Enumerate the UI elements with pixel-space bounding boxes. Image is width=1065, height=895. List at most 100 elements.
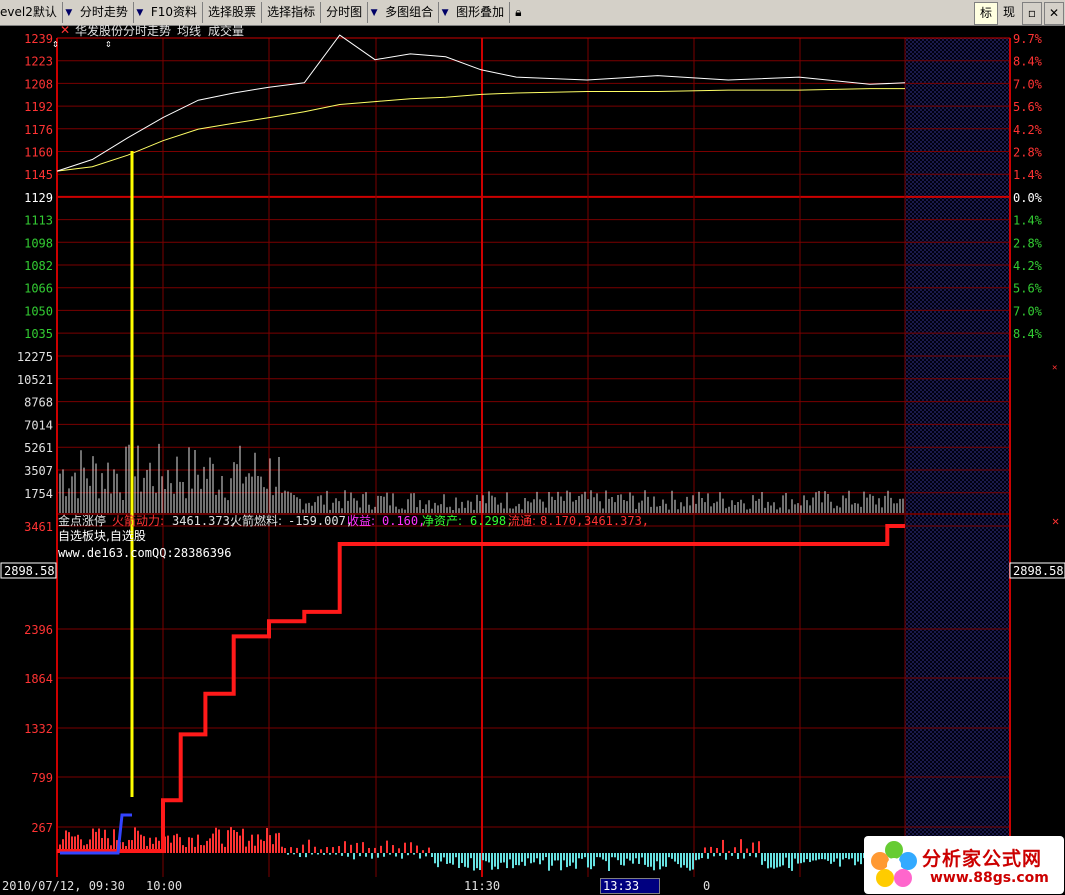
field-value: 3461.373, xyxy=(172,514,237,528)
pct-tick: 8.4% xyxy=(1013,327,1043,341)
price-tick: 1098 xyxy=(24,236,53,250)
cursor-time: 13:33 xyxy=(600,878,661,894)
lock-icon[interactable]: 🔒︎ xyxy=(510,2,526,23)
pct-tick: 0.0% xyxy=(1013,191,1043,205)
pct-tick: 2.8% xyxy=(1013,146,1043,160)
pct-tick: 8.4% xyxy=(1013,55,1043,69)
field-value: 6.298, xyxy=(470,514,513,528)
pct-tick: 1.4% xyxy=(1013,168,1043,182)
price-axis: 1239 9.7% 1223 8.4% 1208 7.0% 1192 5.6% 1176 4.2%… xyxy=(24,32,1043,341)
field-label: 火箭燃料: xyxy=(230,513,282,528)
indicator-line2: 自选板块,自选股 xyxy=(58,529,146,543)
logo-url: www.88gs.com xyxy=(930,870,1049,886)
indicator-url: www.de163.com xyxy=(58,546,152,560)
dropdown-arrow-icon[interactable]: ▼ xyxy=(439,2,451,23)
start-date: 2010/07/12, 09:30 xyxy=(2,879,125,893)
price-tick: 1082 xyxy=(24,259,53,273)
close-icon[interactable]: ✕ xyxy=(1044,2,1064,25)
indicator-tick: 267 xyxy=(31,821,53,835)
field-value: 8.170, xyxy=(540,514,583,528)
indicator-tick: 799 xyxy=(31,771,53,785)
volume-axis: 12275 10521 8768 7014 5261 3507 1754 xyxy=(17,350,53,501)
field-label: 火箭动力: xyxy=(112,513,164,528)
menu-select-stock[interactable]: 选择股票 xyxy=(203,2,263,23)
price-tick: 1113 xyxy=(24,214,53,228)
field-value: -159.007, xyxy=(288,514,353,528)
volume-tick: 7014 xyxy=(24,418,53,432)
field-label: 收益: xyxy=(347,514,375,528)
price-tick: 1176 xyxy=(24,123,53,137)
menu-intraday[interactable]: 分时走势 xyxy=(75,2,134,23)
price-tick: 1129 xyxy=(24,191,53,205)
dropdown-arrow-icon[interactable]: ▼ xyxy=(368,2,380,23)
site-logo: 分析家公式网 www.88gs.com xyxy=(864,836,1064,894)
price-tick: 1223 xyxy=(24,55,53,69)
level2-button[interactable]: evel2默认 xyxy=(0,2,63,23)
resize-arrow-icon[interactable]: ⇕ xyxy=(105,37,112,50)
price-tick: 1066 xyxy=(24,282,53,296)
indicator-qq: QQ:28386396 xyxy=(152,546,231,560)
flower-logo-icon xyxy=(871,841,917,887)
field-value: 3461.373, xyxy=(584,514,649,528)
field-value: 0.160, xyxy=(382,514,425,528)
left-marker-value: 2898.58 xyxy=(4,564,55,578)
pct-tick: 9.7% xyxy=(1013,32,1043,46)
price-tick: 1145 xyxy=(24,168,53,182)
avg-label: 均线 xyxy=(177,25,201,38)
pct-tick: 4.2% xyxy=(1013,259,1043,273)
menu-select-indicator[interactable]: 选择指标 xyxy=(262,2,322,23)
grid xyxy=(56,37,1011,877)
pct-tick: 2.8% xyxy=(1013,236,1043,250)
price-tick: 1035 xyxy=(24,327,53,341)
window-icon[interactable]: ▫ xyxy=(1022,2,1042,25)
pct-tick: 5.6% xyxy=(1013,282,1043,296)
logo-title: 分析家公式网 xyxy=(922,848,1043,870)
close-marker-icon[interactable]: ✕ xyxy=(60,25,70,37)
cursor-value: 0 xyxy=(703,879,711,893)
indicator-tick: 1332 xyxy=(24,722,53,736)
field-label: 流通: xyxy=(508,514,536,528)
resize-arrow-icon[interactable]: ⇕ xyxy=(52,37,59,50)
price-tick: 1160 xyxy=(24,146,53,160)
volume-label: 成交量 xyxy=(208,25,244,38)
dropdown-arrow-icon[interactable]: ▼ xyxy=(134,2,146,23)
time-1130: 11:30 xyxy=(464,879,501,893)
toolbar: evel2默认 ▼ 分时走势 ▼ F10资料 选择股票 选择指标 分时图 ▼ 多… xyxy=(0,0,1065,26)
indicator-tick: 2396 xyxy=(24,623,53,637)
price-panel-title: 华发股份分时走势 xyxy=(75,25,171,38)
price-tick: 1192 xyxy=(24,100,53,114)
volume-tick: 3507 xyxy=(24,464,53,478)
price-tick: 1050 xyxy=(24,304,53,318)
price-tick: 1239 xyxy=(24,32,53,46)
menu-multi-chart[interactable]: 多图组合 xyxy=(380,2,440,23)
volume-tick: 5261 xyxy=(24,441,53,455)
future-region xyxy=(905,515,1010,877)
volume-tick: 8768 xyxy=(24,396,53,410)
future-region xyxy=(905,38,1010,513)
biao-button[interactable]: 标 xyxy=(974,2,998,25)
pct-tick: 1.4% xyxy=(1013,214,1043,228)
pct-tick: 7.0% xyxy=(1013,304,1043,318)
chart-area: 1239 9.7% 1223 8.4% 1208 7.0% 1192 5.6% 1176 4.2%… xyxy=(0,25,1065,877)
dropdown-arrow-icon[interactable]: ▼ xyxy=(63,2,75,23)
right-marker-value: 2898.58 xyxy=(1013,564,1064,578)
pct-tick: 5.6% xyxy=(1013,100,1043,114)
time-1000: 10:00 xyxy=(146,879,183,893)
indicator-name: 金点涨停 xyxy=(58,513,106,528)
indicator-bars xyxy=(59,827,865,871)
field-label: 净资产: xyxy=(422,514,462,528)
volume-tick: 10521 xyxy=(17,373,53,387)
xian-button[interactable]: 现 xyxy=(998,2,1020,23)
menu-overlay[interactable]: 图形叠加 xyxy=(451,2,511,23)
indicator-tick: 3461 xyxy=(24,520,53,534)
menu-intraday-chart[interactable]: 分时图 xyxy=(321,2,369,23)
menu-f10[interactable]: F10资料 xyxy=(146,2,204,23)
pct-tick: 7.0% xyxy=(1013,77,1043,91)
pct-tick: 4.2% xyxy=(1013,123,1043,137)
close-panel-icon[interactable]: ✕ xyxy=(1052,363,1057,373)
indicator-tick: 1864 xyxy=(24,672,53,686)
price-tick: 1208 xyxy=(24,77,53,91)
volume-tick: 1754 xyxy=(24,487,53,501)
close-panel-icon[interactable]: ✕ xyxy=(1052,514,1059,528)
volume-tick: 12275 xyxy=(17,350,53,364)
